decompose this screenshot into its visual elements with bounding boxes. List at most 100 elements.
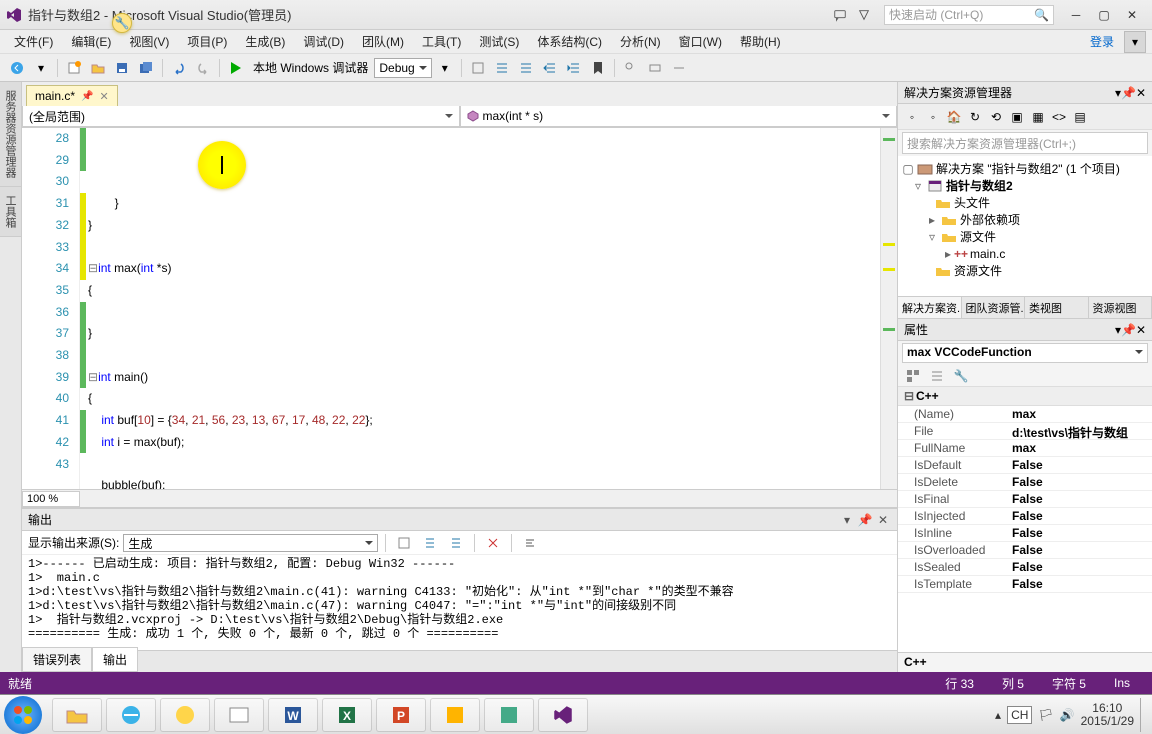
- se-tab-class[interactable]: 类视图: [1025, 297, 1089, 318]
- se-code-icon[interactable]: <>: [1049, 107, 1069, 127]
- outdent-button[interactable]: [563, 57, 585, 79]
- toolbox-btn1[interactable]: [467, 57, 489, 79]
- prop-pin-icon[interactable]: 📌: [1121, 323, 1136, 337]
- tool-btn-c[interactable]: [668, 57, 690, 79]
- member-combo[interactable]: max(int * s): [460, 106, 898, 127]
- menu-view[interactable]: 视图(V): [121, 31, 177, 52]
- output-source-combo[interactable]: 生成: [123, 534, 378, 552]
- code-content[interactable]: }} ⊟int max(int *s){ } ⊟int main(){ int …: [86, 128, 880, 489]
- comment-button[interactable]: [491, 57, 513, 79]
- panel-close-icon[interactable]: ✕: [875, 512, 891, 528]
- menu-architecture[interactable]: 体系结构(C): [529, 31, 610, 52]
- feedback-icon[interactable]: [828, 4, 852, 26]
- solution-tree[interactable]: ▢解决方案 "指针与数组2" (1 个项目) ▿指针与数组2 头文件 ▸外部依赖…: [898, 156, 1152, 296]
- menu-project[interactable]: 项目(P): [179, 31, 235, 52]
- taskbar-app2[interactable]: [214, 698, 264, 732]
- close-button[interactable]: ✕: [1118, 4, 1146, 26]
- menu-build[interactable]: 生成(B): [237, 31, 293, 52]
- se-fwd-icon[interactable]: ◦: [923, 107, 943, 127]
- se-home-icon[interactable]: 🏠: [944, 107, 964, 127]
- redo-button[interactable]: [192, 57, 214, 79]
- close-tab-icon[interactable]: ✕: [99, 90, 108, 103]
- uncomment-button[interactable]: [515, 57, 537, 79]
- prop-wrench-icon[interactable]: 🔧: [950, 365, 972, 387]
- menu-analyze[interactable]: 分析(N): [612, 31, 669, 52]
- output-wrap-button[interactable]: [519, 532, 541, 554]
- minimize-button[interactable]: ─: [1062, 4, 1090, 26]
- horizontal-scrollbar[interactable]: [80, 491, 897, 507]
- save-button[interactable]: [111, 57, 133, 79]
- se-refresh-icon[interactable]: ↻: [965, 107, 985, 127]
- nav-back-button[interactable]: [6, 57, 28, 79]
- new-project-button[interactable]: [63, 57, 85, 79]
- scope-combo[interactable]: (全局范围): [22, 106, 460, 127]
- properties-selection[interactable]: max VCCodeFunction: [902, 343, 1148, 363]
- code-editor[interactable]: 28293031323334353637383940414243 }} ⊟int…: [22, 128, 897, 489]
- menu-help[interactable]: 帮助(H): [732, 31, 789, 52]
- output-tool-2[interactable]: [419, 532, 441, 554]
- se-back-icon[interactable]: ◦: [902, 107, 922, 127]
- open-file-button[interactable]: [87, 57, 109, 79]
- show-desktop-button[interactable]: [1140, 698, 1148, 732]
- prop-close-icon[interactable]: ✕: [1136, 323, 1146, 337]
- se-view-icon[interactable]: 🔧: [112, 13, 132, 33]
- vertical-scrollbar[interactable]: [880, 128, 897, 489]
- quick-launch-input[interactable]: 快速启动 (Ctrl+Q) 🔍: [884, 5, 1054, 25]
- zoom-combo[interactable]: 100 %: [22, 491, 80, 507]
- menu-team[interactable]: 团队(M): [354, 31, 412, 52]
- taskbar-app1[interactable]: [160, 698, 210, 732]
- error-list-tab[interactable]: 错误列表: [22, 647, 92, 672]
- se-tab-resource[interactable]: 资源视图: [1089, 297, 1152, 318]
- solution-search-input[interactable]: 搜索解决方案资源管理器(Ctrl+;): [902, 132, 1148, 154]
- output-tool-3[interactable]: [445, 532, 467, 554]
- panel-dropdown-icon[interactable]: ▾: [839, 512, 855, 528]
- tool-btn-b[interactable]: [644, 57, 666, 79]
- debug-config-combo[interactable]: Debug: [374, 58, 431, 78]
- notifications-icon[interactable]: [852, 4, 876, 26]
- taskbar-vs[interactable]: [538, 698, 588, 732]
- menu-debug[interactable]: 调试(D): [295, 31, 352, 52]
- maximize-button[interactable]: ▢: [1090, 4, 1118, 26]
- menu-edit[interactable]: 编辑(E): [63, 31, 119, 52]
- nav-forward-button[interactable]: ▾: [30, 57, 52, 79]
- tray-flag-icon[interactable]: 🏳: [1038, 708, 1053, 722]
- output-clear-button[interactable]: [482, 532, 504, 554]
- se-pin-icon[interactable]: 📌: [1121, 86, 1136, 100]
- output-text[interactable]: 1>------ 已启动生成: 项目: 指针与数组2, 配置: Debug Wi…: [22, 555, 897, 650]
- se-show-all-icon[interactable]: ▦: [1028, 107, 1048, 127]
- tool-btn-a[interactable]: [620, 57, 642, 79]
- taskbar-ppt[interactable]: P: [376, 698, 426, 732]
- toolbox-tab[interactable]: 工具箱: [0, 187, 21, 237]
- menu-window[interactable]: 窗口(W): [671, 31, 730, 52]
- se-close-icon[interactable]: ✕: [1136, 86, 1146, 100]
- tray-ime[interactable]: CH: [1007, 706, 1032, 724]
- taskbar-app4[interactable]: [484, 698, 534, 732]
- se-collapse-icon[interactable]: ▣: [1007, 107, 1027, 127]
- menu-test[interactable]: 测试(S): [471, 31, 527, 52]
- prop-categorize-icon[interactable]: [902, 365, 924, 387]
- start-button[interactable]: [4, 696, 42, 734]
- taskbar-explorer[interactable]: [52, 698, 102, 732]
- taskbar-clock[interactable]: 16:10 2015/1/29: [1081, 702, 1134, 728]
- file-tab-main-c[interactable]: main.c* 📌 ✕: [26, 85, 118, 106]
- tray-expand-icon[interactable]: ▴: [995, 708, 1001, 722]
- prop-category-cpp[interactable]: ⊟C++: [898, 387, 1152, 406]
- output-tab[interactable]: 输出: [92, 647, 138, 672]
- indent-button[interactable]: [539, 57, 561, 79]
- taskbar-app3[interactable]: [430, 698, 480, 732]
- tray-volume-icon[interactable]: 🔊: [1060, 708, 1075, 722]
- sign-in-link[interactable]: 登录: [1090, 33, 1114, 50]
- prop-alpha-icon[interactable]: [926, 365, 948, 387]
- menu-tools[interactable]: 工具(T): [414, 31, 469, 52]
- output-tool-1[interactable]: [393, 532, 415, 554]
- taskbar-word[interactable]: W: [268, 698, 318, 732]
- se-sync-icon[interactable]: ⟲: [986, 107, 1006, 127]
- start-debug-button[interactable]: [225, 57, 247, 79]
- server-explorer-tab[interactable]: 服务器资源管理器: [0, 82, 21, 187]
- panel-pin-icon[interactable]: 📌: [857, 512, 873, 528]
- undo-button[interactable]: [168, 57, 190, 79]
- debug-prop-button[interactable]: ▾: [434, 57, 456, 79]
- taskbar-excel[interactable]: X: [322, 698, 372, 732]
- se-tab-solution[interactable]: 解决方案资...: [898, 297, 962, 318]
- debug-target-label[interactable]: 本地 Windows 调试器: [249, 59, 372, 76]
